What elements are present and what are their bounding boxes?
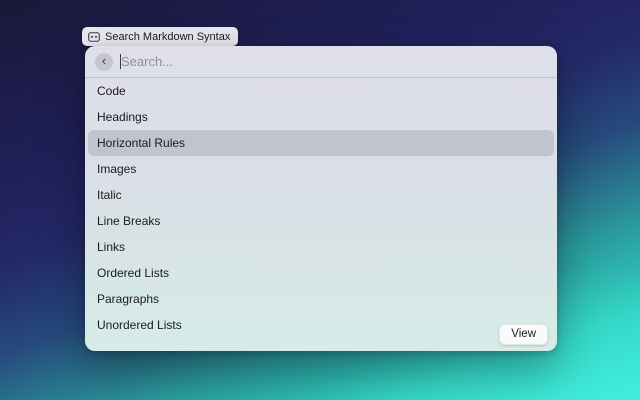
list-item-label: Horizontal Rules (97, 136, 185, 150)
chevron-left-icon: ‹ (102, 53, 106, 69)
text-caret (120, 54, 121, 69)
list-item-label: Line Breaks (97, 214, 160, 228)
view-button[interactable]: View (499, 324, 548, 345)
list-item[interactable]: Links (88, 234, 554, 260)
list-item[interactable]: Code (88, 78, 554, 104)
list-item-selected[interactable]: Horizontal Rules (88, 130, 554, 156)
list-item[interactable]: Images (88, 156, 554, 182)
search-field-wrapper (113, 46, 547, 77)
search-panel: ‹ Code Headings Horizontal Rules Images … (85, 46, 557, 351)
list-item-label: Links (97, 240, 125, 254)
list-item[interactable]: Line Breaks (88, 208, 554, 234)
list-item[interactable]: Paragraphs (88, 286, 554, 312)
list-item-label: Code (97, 84, 126, 98)
list-item-label: Headings (97, 110, 148, 124)
keyboard-shortcut-icon (88, 32, 100, 42)
list-item[interactable]: Ordered Lists (88, 260, 554, 286)
list-item-label: Images (97, 162, 136, 176)
search-bar: ‹ (85, 46, 557, 78)
search-input[interactable] (113, 54, 547, 69)
list-item-label: Unordered Lists (97, 318, 182, 332)
shortcut-badge-label: Search Markdown Syntax (105, 31, 230, 43)
syntax-list: Code Headings Horizontal Rules Images It… (85, 78, 557, 338)
shortcut-badge[interactable]: Search Markdown Syntax (82, 27, 238, 46)
list-item-label: Paragraphs (97, 292, 159, 306)
list-item-label: Ordered Lists (97, 266, 169, 280)
list-item[interactable]: Unordered Lists (88, 312, 554, 338)
list-item[interactable]: Italic (88, 182, 554, 208)
back-button[interactable]: ‹ (95, 53, 113, 71)
list-item-label: Italic (97, 188, 122, 202)
list-item[interactable]: Headings (88, 104, 554, 130)
